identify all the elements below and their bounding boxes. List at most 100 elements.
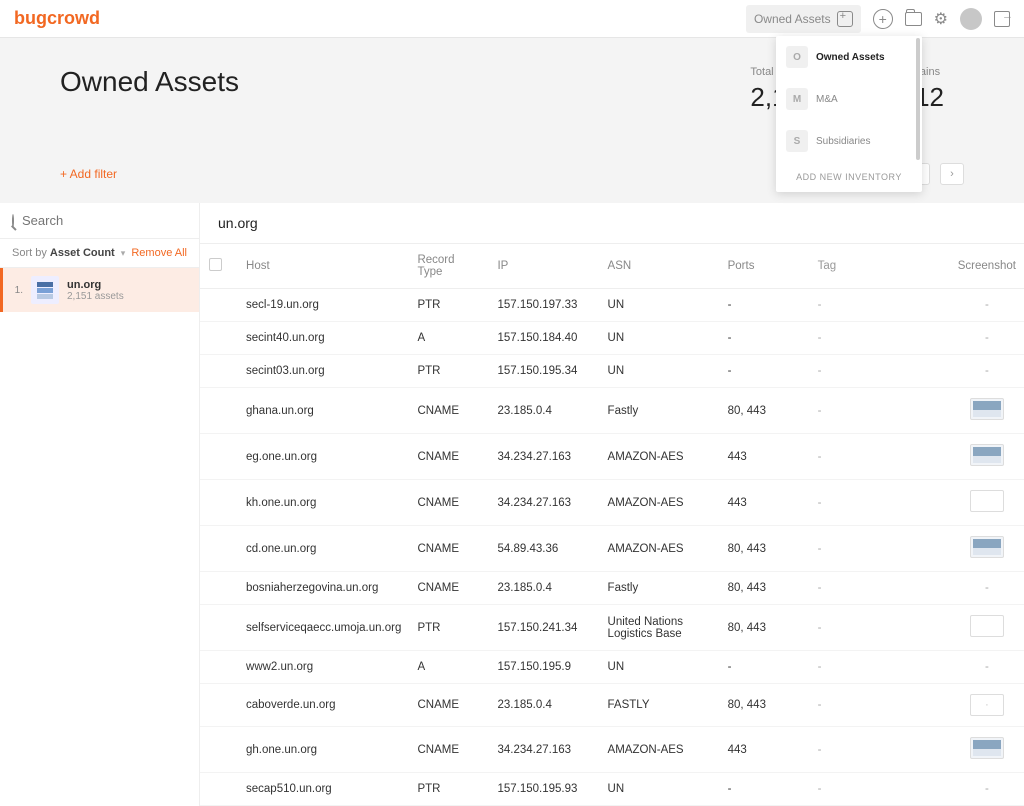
cell-asn: UN [600, 773, 720, 806]
dropdown-item-icon: M [786, 88, 808, 110]
dropdown-scrollbar[interactable] [916, 38, 920, 160]
cell-screenshot [950, 388, 1024, 434]
screenshot-none: - [985, 783, 989, 795]
cell-record-type: PTR [409, 289, 489, 322]
cell-screenshot: - [950, 773, 1024, 806]
cell-tag: - [810, 355, 950, 388]
cell-tag: - [810, 388, 950, 434]
dropdown-item[interactable]: SSubsidiaries [776, 120, 922, 162]
cell-asn: Fastly [600, 572, 720, 605]
logo: bugcrowd [14, 8, 100, 29]
dropdown-item-label: Owned Assets [816, 52, 885, 63]
add-filter-link[interactable]: + Add filter [60, 167, 117, 181]
main-panel: un.org Host Record Type IP ASN Ports Tag… [200, 203, 1024, 806]
col-host[interactable]: Host [230, 244, 409, 289]
table-row[interactable]: kh.one.un.org CNAME 34.234.27.163 AMAZON… [200, 480, 1024, 526]
dropdown-item[interactable]: M M&A [776, 78, 922, 120]
inventory-selector-label: Owned Assets [754, 12, 831, 26]
sort-row: Sort by Asset Count ▾ Remove All [0, 239, 199, 268]
cell-ip: 157.150.184.40 [489, 322, 599, 355]
table-row[interactable]: bosniaherzegovina.un.org CNAME 23.185.0.… [200, 572, 1024, 605]
table-row[interactable]: secl-19.un.org PTR 157.150.197.33 UN - -… [200, 289, 1024, 322]
cell-record-type: CNAME [409, 434, 489, 480]
cell-record-type: CNAME [409, 388, 489, 434]
table-row[interactable]: caboverde.un.org CNAME 23.185.0.4 FASTLY… [200, 684, 1024, 727]
screenshot-thumbnail[interactable] [970, 444, 1004, 466]
cell-ports: 80, 443 [720, 605, 810, 651]
screenshot-none: - [985, 661, 989, 673]
table-row[interactable]: selfserviceqaecc.umoja.un.org PTR 157.15… [200, 605, 1024, 651]
asset-sub: 2,151 assets [67, 291, 124, 302]
table-row[interactable]: ghana.un.org CNAME 23.185.0.4 Fastly 80,… [200, 388, 1024, 434]
cell-screenshot: - [950, 289, 1024, 322]
sidebar-item-asset[interactable]: 1. un.org 2,151 assets [0, 268, 199, 312]
cell-screenshot: · [950, 684, 1024, 727]
cell-host: secap510.un.org [230, 773, 409, 806]
cell-host: caboverde.un.org [230, 684, 409, 727]
col-ports[interactable]: Ports [720, 244, 810, 289]
cell-screenshot [950, 434, 1024, 480]
sidebar: Sort by Asset Count ▾ Remove All 1. un.o… [0, 203, 200, 806]
screenshot-none: - [985, 332, 989, 344]
cell-ports: 80, 443 [720, 684, 810, 727]
asset-icon [31, 276, 59, 304]
sort-by[interactable]: Sort by Asset Count ▾ [12, 247, 125, 259]
select-all-checkbox[interactable] [209, 258, 222, 271]
cell-asn: AMAZON-AES [600, 526, 720, 572]
avatar[interactable] [960, 8, 982, 30]
cell-asn: FASTLY [600, 684, 720, 727]
screenshot-thumbnail[interactable] [970, 615, 1004, 637]
dropdown-item-label: Subsidiaries [816, 136, 870, 147]
cell-tag: - [810, 322, 950, 355]
screenshot-thumbnail[interactable] [970, 490, 1004, 512]
cell-host: www2.un.org [230, 651, 409, 684]
add-button[interactable]: + [873, 9, 893, 29]
folder-icon[interactable] [905, 12, 922, 26]
table-title: un.org [200, 203, 1024, 244]
cell-screenshot [950, 526, 1024, 572]
table-row[interactable]: eg.one.un.org CNAME 34.234.27.163 AMAZON… [200, 434, 1024, 480]
asset-index: 1. [13, 285, 23, 296]
cell-screenshot [950, 480, 1024, 526]
cell-ports: - [720, 322, 810, 355]
screenshot-thumbnail[interactable] [970, 536, 1004, 558]
dropdown-item-label: M&A [816, 94, 838, 105]
remove-all-link[interactable]: Remove All [131, 247, 187, 259]
table-row[interactable]: www2.un.org A 157.150.195.9 UN - - - [200, 651, 1024, 684]
screenshot-none: - [985, 299, 989, 311]
body-split: Sort by Asset Count ▾ Remove All 1. un.o… [0, 203, 1024, 806]
logout-icon[interactable] [994, 11, 1010, 27]
col-screenshot[interactable]: Screenshot [950, 244, 1024, 289]
col-asn[interactable]: ASN [600, 244, 720, 289]
screenshot-thumbnail[interactable] [970, 737, 1004, 759]
pager-next[interactable]: › [940, 163, 964, 185]
cell-tag: - [810, 727, 950, 773]
screenshot-none: - [985, 582, 989, 594]
search-input[interactable] [22, 213, 198, 228]
cell-ports: - [720, 651, 810, 684]
cell-ip: 157.150.195.93 [489, 773, 599, 806]
col-ip[interactable]: IP [489, 244, 599, 289]
col-record-type[interactable]: Record Type [409, 244, 489, 289]
col-checkbox [200, 244, 230, 289]
cell-ports: 443 [720, 480, 810, 526]
cell-record-type: PTR [409, 605, 489, 651]
cell-ip: 23.185.0.4 [489, 388, 599, 434]
table-row[interactable]: secint03.un.org PTR 157.150.195.34 UN - … [200, 355, 1024, 388]
screenshot-thumbnail[interactable]: · [970, 694, 1004, 716]
add-new-inventory[interactable]: ADD NEW INVENTORY [776, 162, 922, 192]
screenshot-thumbnail[interactable] [970, 398, 1004, 420]
table-row[interactable]: cd.one.un.org CNAME 54.89.43.36 AMAZON-A… [200, 526, 1024, 572]
cell-host: kh.one.un.org [230, 480, 409, 526]
settings-icon[interactable]: ⚙︎ [934, 9, 948, 29]
table-row[interactable]: secap510.un.org PTR 157.150.195.93 UN - … [200, 773, 1024, 806]
dropdown-item[interactable]: OOwned Assets [776, 36, 922, 78]
cell-record-type: PTR [409, 355, 489, 388]
cell-record-type: PTR [409, 773, 489, 806]
inventory-selector[interactable]: Owned Assets [746, 5, 861, 33]
cell-host: bosniaherzegovina.un.org [230, 572, 409, 605]
cell-host: secl-19.un.org [230, 289, 409, 322]
table-row[interactable]: secint40.un.org A 157.150.184.40 UN - - … [200, 322, 1024, 355]
table-row[interactable]: gh.one.un.org CNAME 34.234.27.163 AMAZON… [200, 727, 1024, 773]
col-tag[interactable]: Tag [810, 244, 950, 289]
